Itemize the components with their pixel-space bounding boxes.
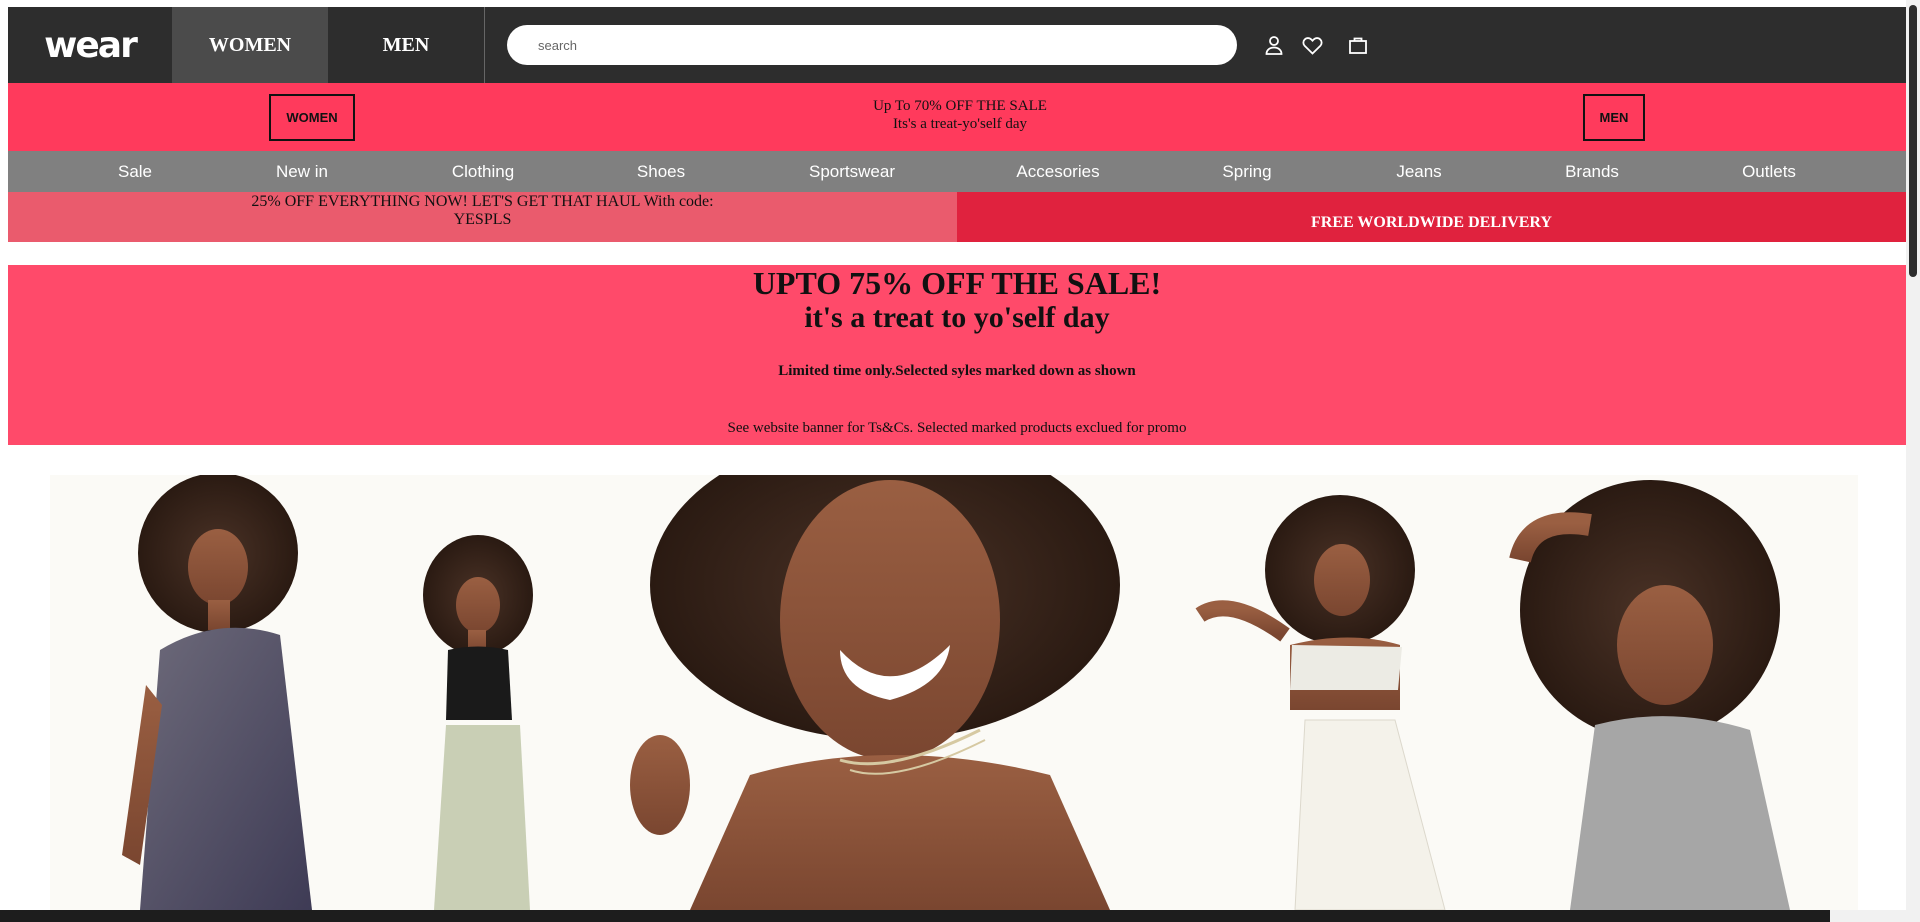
horizontal-scrollbar[interactable] <box>0 910 1830 922</box>
category-nav: Sale New in Clothing Shoes Sportswear Ac… <box>8 151 1906 192</box>
tab-women[interactable]: WOMEN <box>172 7 328 83</box>
site-logo[interactable]: wear <box>8 7 172 83</box>
tab-men[interactable]: MEN <box>328 7 484 83</box>
scrollbar-thumb[interactable] <box>1909 5 1917 277</box>
hero-models-illustration <box>50 475 1858 910</box>
top-header: wear WOMEN MEN <box>8 7 1906 83</box>
sale-banner[interactable]: UPTO 75% OFF THE SALE! it's a treat to y… <box>8 265 1906 445</box>
nav-item-clothing[interactable]: Clothing <box>452 151 514 192</box>
heart-icon[interactable] <box>1301 34 1323 56</box>
account-icon[interactable] <box>1263 34 1285 56</box>
bag-icon[interactable] <box>1347 34 1369 56</box>
nav-item-shoes[interactable]: Shoes <box>637 151 685 192</box>
nav-item-sale[interactable]: Sale <box>118 151 152 192</box>
nav-item-sportswear[interactable]: Sportswear <box>809 151 895 192</box>
horizontal-scrollbar-track <box>1830 910 1906 922</box>
free-delivery-offer[interactable]: FREE WORLDWIDE DELIVERY <box>957 192 1906 242</box>
offer-code: YESPLS <box>453 211 512 228</box>
nav-item-accesories[interactable]: Accesories <box>1016 151 1099 192</box>
hero-image[interactable] <box>50 475 1858 910</box>
offer-line-1: 25% OFF EVERYTHING NOW! LET'S GET THAT H… <box>251 193 714 210</box>
vertical-scrollbar[interactable] <box>1906 0 1920 922</box>
sale-headline: UPTO 75% OFF THE SALE! <box>752 265 1162 301</box>
discount-code-offer[interactable]: 25% OFF EVERYTHING NOW! LET'S GET THAT H… <box>8 192 957 242</box>
sale-note: Limited time only.Selected syles marked … <box>778 363 1136 379</box>
sale-subheadline: it's a treat to yo'self day <box>804 301 1110 334</box>
search-input[interactable] <box>507 25 1237 65</box>
promo-men-button[interactable]: MEN <box>1583 94 1645 141</box>
nav-item-outlets[interactable]: Outlets <box>1742 151 1796 192</box>
promo-strip: WOMEN Up To 70% OFF THE SALE Its's a tre… <box>8 83 1906 151</box>
header-divider <box>484 7 485 83</box>
nav-item-spring[interactable]: Spring <box>1222 151 1271 192</box>
nav-item-new-in[interactable]: New in <box>276 151 328 192</box>
sale-terms: See website banner for Ts&Cs. Selected m… <box>727 420 1187 436</box>
nav-item-jeans[interactable]: Jeans <box>1396 151 1441 192</box>
header-icons <box>1263 34 1369 56</box>
nav-item-brands[interactable]: Brands <box>1565 151 1619 192</box>
